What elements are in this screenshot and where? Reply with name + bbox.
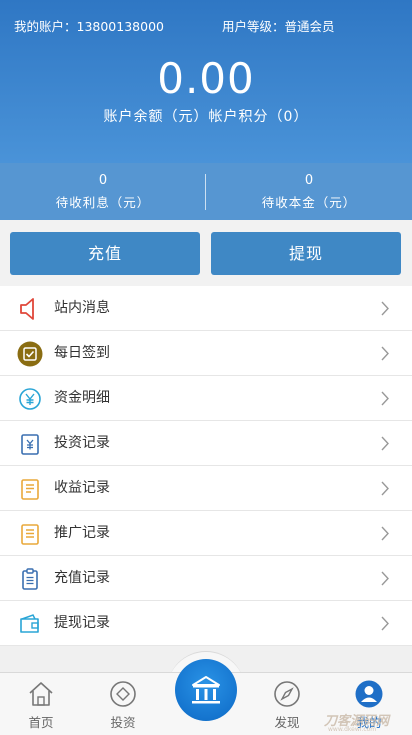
menu-item-label: 站内消息	[54, 300, 110, 316]
tab-discover[interactable]: 发现	[246, 673, 328, 735]
tab-label: 发现	[274, 715, 300, 730]
user-icon	[355, 680, 383, 708]
menu-item-invest-records[interactable]: 投资记录	[0, 421, 412, 466]
menu-item-label: 提现记录	[54, 615, 110, 631]
bank-icon	[192, 676, 220, 704]
chevron-right-icon	[381, 436, 389, 451]
chevron-right-icon	[381, 346, 389, 361]
account-menu: 站内消息 每日签到 资金明细 投资记录 收益记录 推广记录 充值记录 提现记录	[0, 286, 412, 646]
home-icon	[29, 682, 53, 706]
diamond-icon	[110, 681, 136, 707]
account-number: 我的账户：13800138000	[14, 19, 164, 34]
menu-item-earnings-records[interactable]: 收益记录	[0, 466, 412, 511]
menu-item-label: 资金明细	[54, 390, 110, 406]
chevron-right-icon	[381, 301, 389, 316]
center-bank-button[interactable]	[175, 659, 237, 721]
recharge-button[interactable]: 充值	[10, 232, 200, 275]
watermark-url: www.dkewl.com	[328, 726, 377, 733]
pending-interest: 0 待收利息（元）	[0, 173, 206, 211]
menu-item-label: 收益记录	[54, 480, 110, 496]
withdraw-button[interactable]: 提现	[211, 232, 401, 275]
tab-invest[interactable]: 投资	[82, 673, 164, 735]
earnings-record-icon	[21, 479, 39, 500]
clipboard-icon	[22, 568, 38, 590]
balance-amount: 0.00	[157, 54, 255, 103]
speaker-icon	[20, 298, 34, 320]
account-header: 我的账户：13800138000 用户等级：普通会员 0.00 账户余额（元）帐…	[0, 0, 412, 163]
chevron-right-icon	[381, 391, 389, 406]
menu-item-label: 每日签到	[54, 345, 110, 361]
menu-item-label: 投资记录	[54, 435, 110, 451]
tab-home[interactable]: 首页	[0, 673, 82, 735]
chevron-right-icon	[381, 481, 389, 496]
wallet-icon	[20, 614, 39, 633]
menu-item-label: 充值记录	[54, 570, 110, 586]
user-level: 用户等级：普通会员	[222, 19, 335, 34]
promo-record-icon	[21, 524, 39, 545]
tab-label: 投资	[110, 715, 136, 730]
pending-principal-value: 0	[304, 173, 314, 188]
pending-principal: 0 待收本金（元）	[206, 173, 412, 211]
compass-icon	[274, 681, 300, 707]
menu-item-promo-records[interactable]: 推广记录	[0, 511, 412, 556]
pending-principal-label: 待收本金（元）	[261, 195, 357, 210]
menu-item-checkin[interactable]: 每日签到	[0, 331, 412, 376]
pending-interest-label: 待收利息（元）	[55, 195, 151, 210]
chevron-right-icon	[381, 571, 389, 586]
action-buttons: 充值 提现	[0, 220, 412, 286]
balance-label: 账户余额（元）帐户积分（0）	[103, 109, 309, 125]
invest-record-icon	[21, 434, 39, 455]
menu-item-recharge-records[interactable]: 充值记录	[0, 556, 412, 601]
yuan-icon	[19, 388, 41, 410]
chevron-right-icon	[381, 526, 389, 541]
menu-item-label: 推广记录	[54, 525, 110, 541]
pending-stats: 0 待收利息（元） 0 待收本金（元）	[0, 163, 412, 220]
checkin-icon	[17, 341, 43, 367]
menu-item-fund-details[interactable]: 资金明细	[0, 376, 412, 421]
menu-item-messages[interactable]: 站内消息	[0, 286, 412, 331]
tab-label: 首页	[28, 715, 54, 730]
pending-interest-value: 0	[98, 173, 108, 188]
chevron-right-icon	[381, 616, 389, 631]
menu-item-withdraw-records[interactable]: 提现记录	[0, 601, 412, 646]
